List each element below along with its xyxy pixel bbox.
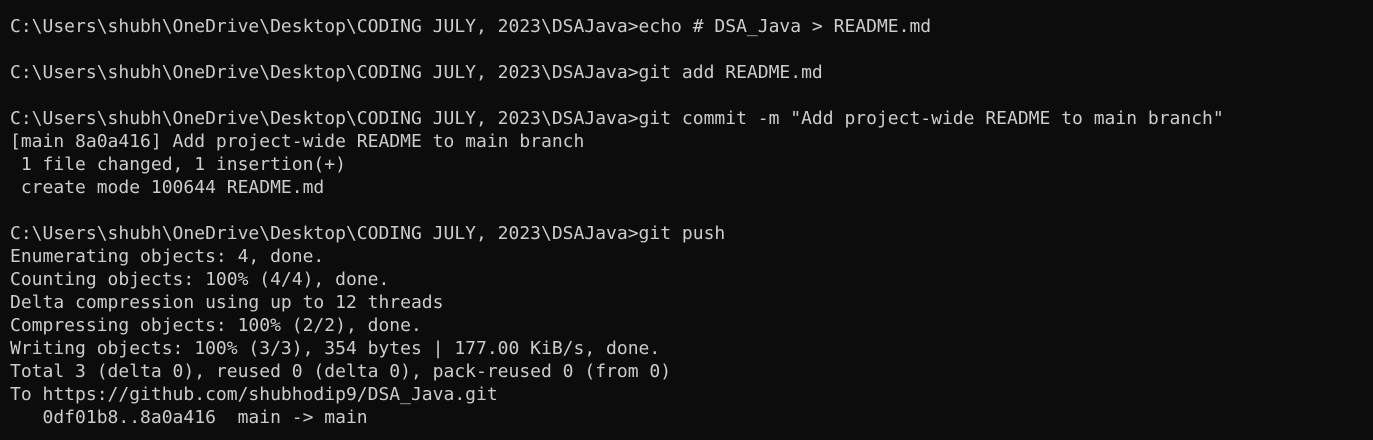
terminal-line-prompt-echo: C:\Users\shubh\OneDrive\Desktop\CODING J… (10, 16, 932, 37)
terminal-window[interactable]: C:\Users\shubh\OneDrive\Desktop\CODING J… (0, 0, 1373, 440)
terminal-line-writing: Writing objects: 100% (3/3), 354 bytes |… (10, 338, 661, 359)
terminal-line-counting: Counting objects: 100% (4/4), done. (10, 269, 390, 290)
terminal-line-ref-update: 0df01b8..8a0a416 main -> main (10, 407, 368, 428)
terminal-line-total: Total 3 (delta 0), reused 0 (delta 0), p… (10, 361, 672, 382)
terminal-line-compressing: Compressing objects: 100% (2/2), done. (10, 315, 422, 336)
terminal-line-prompt-git-add: C:\Users\shubh\OneDrive\Desktop\CODING J… (10, 62, 823, 83)
terminal-line-prompt-git-push: C:\Users\shubh\OneDrive\Desktop\CODING J… (10, 223, 726, 244)
terminal-line-files-changed: 1 file changed, 1 insertion(+) (10, 154, 346, 175)
terminal-line-create-mode: create mode 100644 README.md (10, 177, 325, 198)
terminal-line-delta-compression: Delta compression using up to 12 threads (10, 292, 444, 313)
terminal-line-remote-url: To https://github.com/shubhodip9/DSA_Jav… (10, 384, 498, 405)
terminal-line-prompt-git-commit: C:\Users\shubh\OneDrive\Desktop\CODING J… (10, 108, 1224, 129)
terminal-line-commit-summary: [main 8a0a416] Add project-wide README t… (10, 131, 585, 152)
terminal-line-enumerating: Enumerating objects: 4, done. (10, 246, 325, 267)
